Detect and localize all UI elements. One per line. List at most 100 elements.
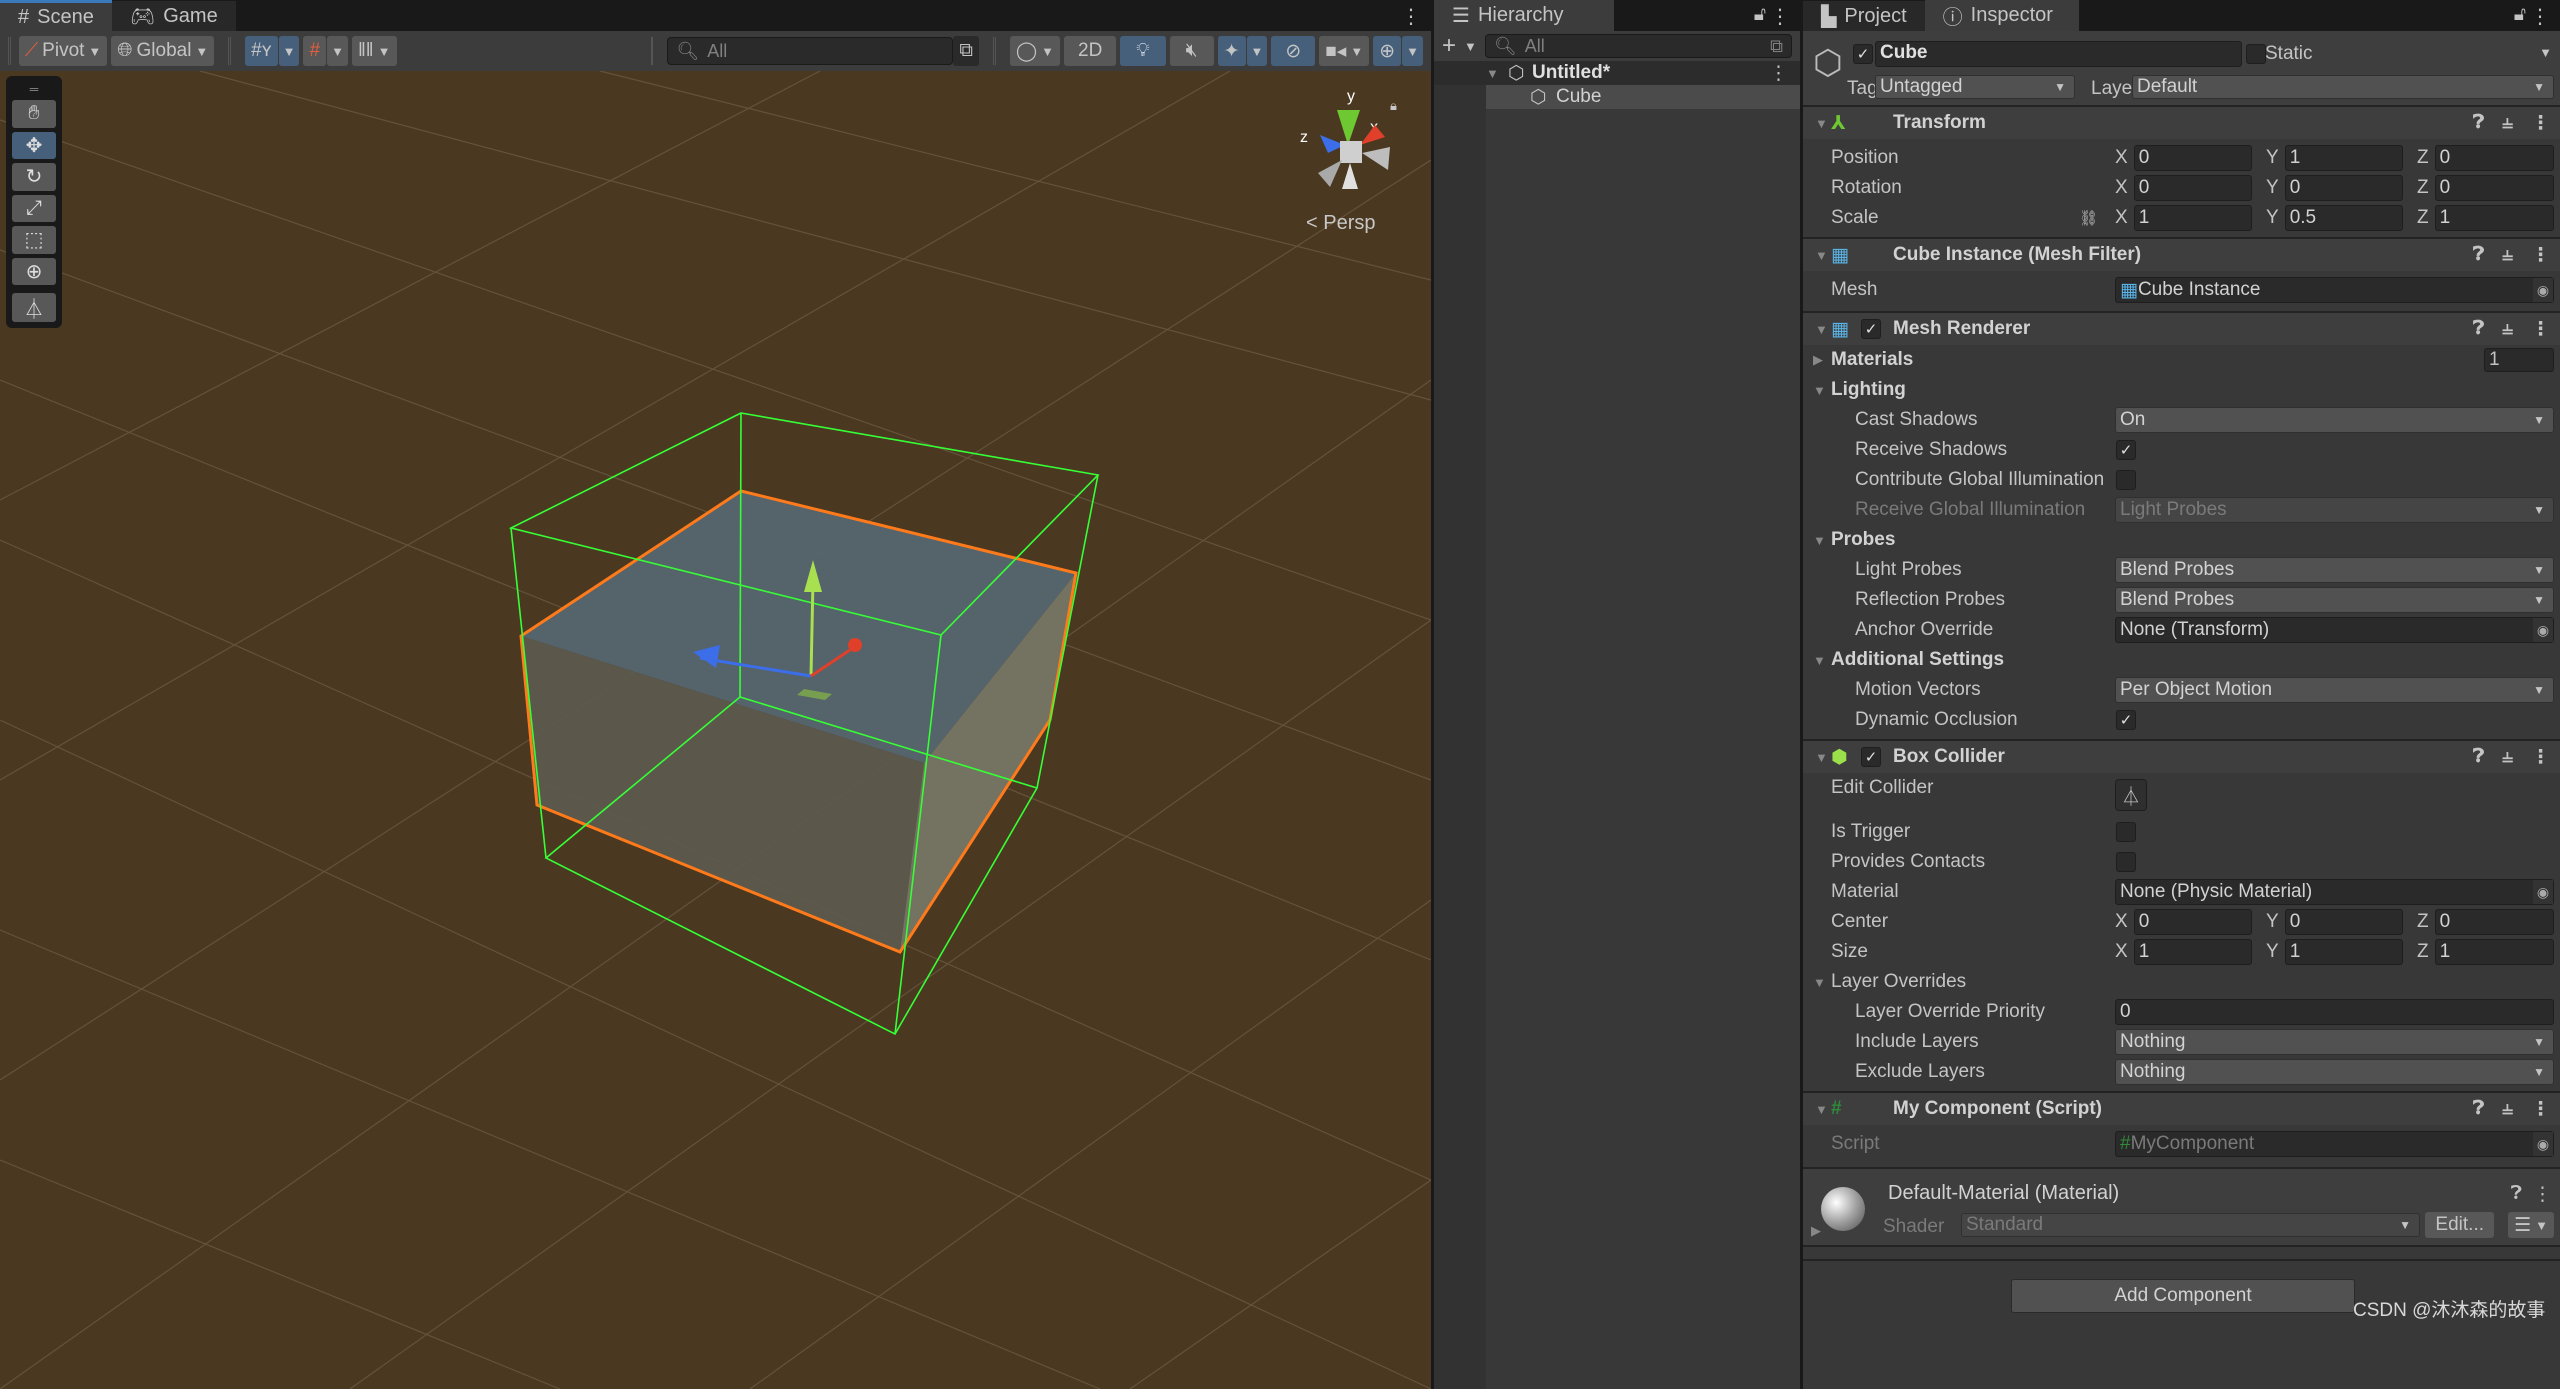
active-checkbox[interactable]: ✓ [1853, 44, 1873, 64]
presets-icon[interactable]: ⫨ [2502, 1098, 2513, 1121]
expand-icon[interactable]: ⧉ [1770, 36, 1783, 57]
rotate-tool-button[interactable]: ↻ [12, 163, 56, 191]
gizmo-neg-z-cone[interactable] [1318, 160, 1342, 187]
global-dropdown[interactable]: 🌐︎ Global ▼ [111, 36, 215, 66]
chevron-down-icon[interactable]: ▼ [1464, 39, 1477, 54]
collapse-triangle-icon[interactable]: ▼ [1813, 383, 1829, 398]
component-menu-icon[interactable]: ⋮ [2531, 112, 2550, 135]
projection-toggle[interactable]: < Persp [1306, 212, 1376, 235]
additional-settings-foldout[interactable]: ▼ Additional Settings [1803, 645, 2560, 675]
motion-vectors-dropdown[interactable]: Per Object Motion [2115, 677, 2554, 703]
help-icon[interactable]: ❓︎ [2473, 746, 2484, 769]
light-probes-dropdown[interactable]: Blend Probes [2115, 557, 2554, 583]
physic-material-field[interactable]: None (Physic Material) ◉ [2115, 879, 2554, 905]
position-x-input[interactable]: 0 [2133, 145, 2252, 171]
size-x-input[interactable]: 1 [2133, 939, 2252, 965]
component-menu-icon[interactable]: ⋮ [2531, 318, 2550, 341]
component-menu-icon[interactable]: ⋮ [2531, 244, 2550, 267]
object-name-input[interactable]: Cube [1875, 41, 2242, 67]
scale-z-input[interactable]: 1 [2434, 205, 2554, 231]
reflection-probes-dropdown[interactable]: Blend Probes [2115, 587, 2554, 613]
size-z-input[interactable]: 1 [2434, 939, 2554, 965]
gizmo-lock-icon[interactable]: 🔒︎ [1390, 98, 1397, 113]
contribute-gi-checkbox[interactable] [2116, 470, 2136, 490]
include-layers-dropdown[interactable]: Nothing [2115, 1029, 2554, 1055]
grid-snap-button[interactable]: # [303, 36, 327, 66]
presets-icon[interactable]: ⫨ [2502, 244, 2513, 267]
material-menu-icon[interactable]: ⋮ [2533, 1183, 2552, 1206]
expand-triangle-icon[interactable]: ▼ [1486, 66, 1502, 81]
rect-tool-button[interactable]: ⬚ [12, 226, 56, 254]
anchor-override-field[interactable]: None (Transform) ◉ [2115, 617, 2554, 643]
edit-collider-button[interactable]: ⏃ [2115, 779, 2147, 811]
tab-inspector[interactable]: ⓘ Inspector [1924, 0, 2079, 31]
lighting-toggle[interactable]: 💡︎ [1120, 36, 1166, 66]
scene-visibility-toggle[interactable]: ⊘ [1271, 36, 1316, 66]
presets-icon[interactable]: ⫨ [2502, 112, 2513, 135]
help-icon[interactable]: ❓︎ [2473, 1098, 2484, 1121]
cast-shadows-dropdown[interactable]: On [2115, 407, 2554, 433]
material-options-dropdown[interactable]: ☰ ▼ [2508, 1212, 2554, 1238]
collapse-triangle-icon[interactable]: ▼ [1815, 1102, 1831, 1117]
collapse-triangle-icon[interactable]: ▼ [1815, 248, 1831, 263]
scale-x-input[interactable]: 1 [2133, 205, 2252, 231]
gizmos-toggle[interactable]: ⊕ [1373, 36, 1402, 66]
presets-icon[interactable]: ⫨ [2502, 318, 2513, 341]
collapse-triangle-icon[interactable]: ▼ [1813, 975, 1829, 990]
shader-dropdown[interactable]: Standard [1961, 1213, 2420, 1237]
drag-handle-icon[interactable]: ═ [12, 82, 56, 96]
scene-more-menu-icon[interactable]: ⋮ [1769, 62, 1788, 85]
receive-shadows-checkbox[interactable]: ✓ [2116, 440, 2136, 460]
grid-snap-dropdown[interactable]: ▼ [327, 36, 348, 66]
add-icon[interactable]: + [1442, 32, 1456, 60]
increment-snap-button[interactable]: ǁǁ ▼ [351, 36, 397, 66]
collapse-triangle-icon[interactable]: ▼ [1815, 750, 1831, 765]
gizmos-dropdown[interactable]: ▼ [1402, 36, 1423, 66]
position-z-input[interactable]: 0 [2434, 145, 2554, 171]
effects-dropdown[interactable]: ▼ [1246, 36, 1268, 66]
exclude-layers-dropdown[interactable]: Nothing [2115, 1059, 2554, 1085]
probes-foldout[interactable]: ▼ Probes [1803, 525, 2560, 555]
materials-count-input[interactable]: 1 [2484, 348, 2554, 372]
audio-toggle[interactable]: 🔇︎ [1169, 36, 1214, 66]
scale-y-input[interactable]: 0.5 [2284, 205, 2403, 231]
mesh-object-field[interactable]: ▦ Cube Instance ◉ [2115, 277, 2554, 303]
collapse-triangle-icon[interactable]: ▼ [1813, 533, 1829, 548]
mesh-renderer-enabled-checkbox[interactable]: ✓ [1861, 319, 1881, 339]
layer-overrides-foldout[interactable]: ▼ Layer Overrides [1803, 967, 2560, 997]
transform-tool-button[interactable]: ⊕ [12, 257, 56, 285]
hand-tool-button[interactable]: ✋︎ [12, 100, 56, 128]
hierarchy-more-menu-icon[interactable]: ⋮ [1770, 4, 1790, 29]
center-z-input[interactable]: 0 [2434, 909, 2554, 935]
move-tool-button[interactable]: ✥ [12, 131, 56, 159]
tab-scene[interactable]: # Scene [0, 0, 112, 31]
scene-viewport[interactable] [0, 71, 1431, 1389]
help-icon[interactable]: ❓︎ [2511, 1183, 2522, 1205]
camera-settings-dropdown[interactable]: ■◂ ▼ [1319, 36, 1370, 66]
is-trigger-checkbox[interactable] [2116, 822, 2136, 842]
collapse-triangle-icon[interactable]: ▼ [1815, 116, 1831, 131]
mesh-renderer-header[interactable]: ▼ ▦ ✓ Mesh Renderer ❓︎ ⫨ ⋮ [1803, 311, 2560, 345]
scene-more-menu-icon[interactable]: ⋮ [1401, 4, 1421, 29]
rotation-y-input[interactable]: 0 [2284, 175, 2403, 201]
help-icon[interactable]: ❓︎ [2473, 244, 2484, 267]
y-axis-handle[interactable] [809, 579, 815, 677]
add-component-button[interactable]: Add Component [2011, 1279, 2355, 1313]
x-axis-arrow-icon[interactable] [848, 638, 862, 652]
object-picker-icon[interactable]: ◉ [2533, 618, 2553, 642]
dynamic-occlusion-checkbox[interactable]: ✓ [2116, 710, 2136, 730]
materials-row[interactable]: ▶ Materials 1 [1803, 345, 2560, 375]
box-collider-enabled-checkbox[interactable]: ✓ [1861, 747, 1881, 767]
gizmo-neg-x-cone[interactable] [1362, 147, 1390, 170]
my-component-header[interactable]: ▼ # My Component (Script) ❓︎ ⫨ ⋮ [1803, 1091, 2560, 1125]
gizmo-y-cone[interactable] [1337, 110, 1360, 145]
collapse-triangle-icon[interactable]: ▼ [1813, 653, 1829, 668]
center-y-input[interactable]: 0 [2284, 909, 2403, 935]
rotation-x-input[interactable]: 0 [2133, 175, 2252, 201]
expand-triangle-icon[interactable]: ▶ [1811, 1223, 1827, 1239]
object-picker-icon[interactable]: ◉ [2533, 278, 2553, 302]
effects-toggle[interactable]: ✦ [1217, 36, 1246, 66]
help-icon[interactable]: ❓︎ [2473, 112, 2484, 135]
gizmo-neg-y-cone[interactable] [1342, 163, 1358, 189]
lock-icon[interactable]: 🔓︎ [1754, 4, 1766, 26]
